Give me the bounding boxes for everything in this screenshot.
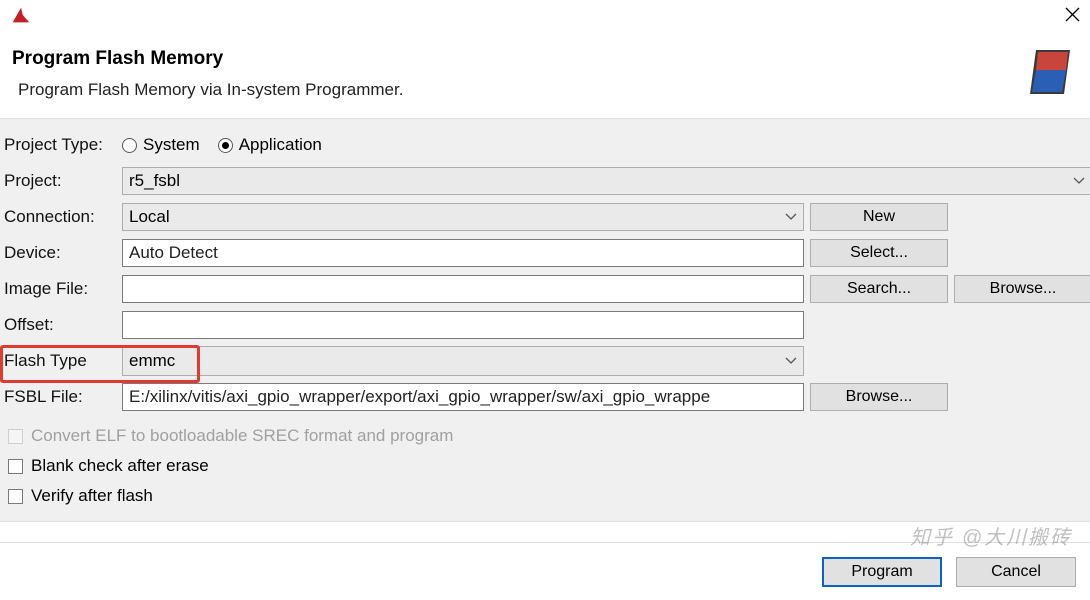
title-bar [0,0,1090,30]
program-button[interactable]: Program [822,557,942,587]
image-file-label: Image File: [2,279,116,299]
chevron-down-icon [1073,177,1085,185]
image-file-search-button[interactable]: Search... [810,275,948,303]
dialog-subtitle: Program Flash Memory via In-system Progr… [18,80,403,100]
chevron-down-icon [785,213,797,221]
blank-check-label: Blank check after erase [31,456,209,476]
app-logo-icon [10,4,32,26]
project-value: r5_fsbl [129,171,180,191]
project-type-system-radio[interactable]: System [122,135,200,155]
checkbox-icon [8,459,23,474]
flash-type-value: emmc [129,351,175,371]
fsbl-file-input[interactable]: E:/xilinx/vitis/axi_gpio_wrapper/export/… [122,383,804,411]
project-type-application-radio[interactable]: Application [218,135,322,155]
fsbl-file-row: FSBL File: E:/xilinx/vitis/axi_gpio_wrap… [2,379,1080,415]
device-label: Device: [2,243,116,263]
project-type-row: Project Type: System Application [2,127,1080,163]
project-combo[interactable]: r5_fsbl [122,167,1090,195]
convert-elf-checkbox: Convert ELF to bootloadable SREC format … [8,421,1078,451]
project-type-label: Project Type: [2,135,116,155]
project-type-system-label: System [143,135,200,155]
connection-value: Local [129,207,170,227]
dialog-footer: Program Cancel [0,542,1090,600]
image-file-input[interactable] [122,275,804,303]
connection-label: Connection: [2,207,116,227]
header: Program Flash Memory Program Flash Memor… [0,30,1090,119]
fsbl-file-label: FSBL File: [2,387,116,407]
project-type-application-label: Application [239,135,322,155]
radio-dot-icon [122,138,137,153]
dialog-title: Program Flash Memory [12,48,403,70]
checkbox-group: Convert ELF to bootloadable SREC format … [2,415,1080,513]
verify-after-flash-label: Verify after flash [31,486,153,506]
chevron-down-icon [785,357,797,365]
new-connection-button[interactable]: New [810,203,948,231]
flash-type-row: Flash Type emmc [2,343,1080,379]
flash-type-label: Flash Type [2,351,116,371]
verify-after-flash-checkbox[interactable]: Verify after flash [8,481,1078,511]
close-button[interactable] [1062,4,1082,24]
image-file-row: Image File: Search... Browse... [2,271,1080,307]
convert-elf-label: Convert ELF to bootloadable SREC format … [31,426,453,446]
blank-check-checkbox[interactable]: Blank check after erase [8,451,1078,481]
dialog-window: Program Flash Memory Program Flash Memor… [0,0,1090,600]
flash-memory-icon [1026,48,1074,96]
offset-input[interactable] [122,311,804,339]
connection-row: Connection: Local New [2,199,1080,235]
offset-row: Offset: [2,307,1080,343]
image-file-browse-button[interactable]: Browse... [954,275,1090,303]
flash-type-combo[interactable]: emmc [122,346,804,376]
checkbox-icon [8,489,23,504]
project-label: Project: [2,171,116,191]
form-area: Project Type: System Application Project… [0,119,1090,522]
select-device-button[interactable]: Select... [810,239,948,267]
device-row: Device: Auto Detect Select... [2,235,1080,271]
cancel-button[interactable]: Cancel [956,557,1076,587]
offset-label: Offset: [2,315,116,335]
device-input[interactable]: Auto Detect [122,239,804,267]
radio-dot-icon [218,138,233,153]
fsbl-file-browse-button[interactable]: Browse... [810,383,948,411]
connection-combo[interactable]: Local [122,203,804,231]
checkbox-icon [8,429,23,444]
project-row: Project: r5_fsbl [2,163,1080,199]
